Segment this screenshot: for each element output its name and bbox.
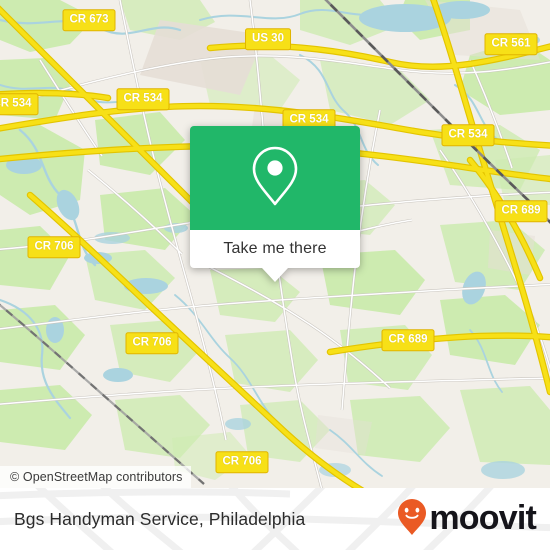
road-shield: CR 561 xyxy=(484,33,538,55)
moovit-wordmark: moovit xyxy=(429,499,536,537)
road-shield: CR 706 xyxy=(27,236,81,258)
moovit-logo[interactable]: moovit xyxy=(397,488,537,550)
take-me-there-callout[interactable]: Take me there xyxy=(190,126,360,282)
road-shield: CR 689 xyxy=(494,200,548,222)
callout-action[interactable]: Take me there xyxy=(190,230,360,268)
place-title: Bgs Handyman Service, Philadelphia xyxy=(14,488,305,550)
road-shield: CR 534 xyxy=(441,124,495,146)
road-shield: CR 689 xyxy=(381,329,435,351)
callout-header xyxy=(190,126,360,230)
attribution-text: © OpenStreetMap contributors xyxy=(10,470,183,484)
callout-action-label: Take me there xyxy=(223,240,327,257)
callout-tail xyxy=(262,268,288,282)
road-shield: CR 534 xyxy=(116,88,170,110)
road-shield: CR 534 xyxy=(0,93,39,115)
map-pin-icon xyxy=(251,145,299,212)
place-title-text: Bgs Handyman Service, Philadelphia xyxy=(14,508,306,529)
map-attribution[interactable]: © OpenStreetMap contributors xyxy=(0,466,191,488)
road-shield: US 30 xyxy=(245,28,291,50)
moovit-smiley-pin-icon xyxy=(397,498,427,541)
road-shield: CR 673 xyxy=(62,9,116,31)
moovit-map-screenshot: Hill © OpenStreetMap contributors CR 673… xyxy=(0,0,550,550)
road-shield: CR 706 xyxy=(215,451,269,473)
road-shield: CR 706 xyxy=(125,332,179,354)
footer-bar: Bgs Handyman Service, Philadelphia moovi… xyxy=(0,488,550,550)
